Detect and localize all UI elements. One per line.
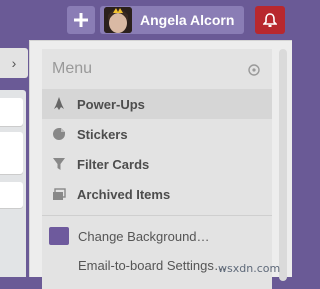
member-name: Angela Alcorn	[140, 12, 235, 28]
change-background-label: Change Background…	[78, 228, 210, 244]
divider	[42, 215, 272, 216]
list-column-edge	[0, 90, 26, 277]
menu-item-archived-items[interactable]: Archived Items	[42, 179, 272, 209]
menu-item-label: Archived Items	[77, 186, 171, 202]
menu-item-stickers[interactable]: Stickers	[42, 119, 272, 149]
menu-item-filter-cards[interactable]: Filter Cards	[42, 149, 272, 179]
board-header: Angela Alcorn	[0, 0, 292, 40]
member-menu-button[interactable]: Angela Alcorn	[100, 6, 244, 34]
sticker-icon	[51, 126, 67, 142]
menu-scrollbar[interactable]	[279, 49, 287, 281]
bell-icon	[263, 12, 277, 27]
rocket-icon	[51, 96, 67, 112]
card-edge[interactable]	[0, 98, 23, 126]
avatar	[104, 7, 132, 33]
menu-content: Menu Power-Ups Stickers Filter Cards Arc…	[42, 49, 272, 289]
watermark: wsxdn.com	[218, 262, 281, 275]
menu-item-label: Filter Cards	[77, 156, 150, 172]
add-button[interactable]	[67, 6, 95, 34]
card-edge[interactable]	[0, 182, 23, 208]
filter-icon	[51, 156, 67, 172]
menu-item-label: Stickers	[77, 126, 128, 142]
chevron-right-icon: ›	[11, 55, 17, 71]
menu-item-power-ups[interactable]: Power-Ups	[42, 89, 272, 119]
card-edge[interactable]	[0, 132, 23, 174]
menu-item-label: Power-Ups	[77, 96, 145, 112]
menu-title: Menu	[52, 60, 93, 77]
archive-icon	[51, 186, 67, 202]
board-menu-panel: Menu Power-Ups Stickers Filter Cards Arc…	[29, 40, 292, 289]
show-sidebar-tab[interactable]: ›	[0, 48, 28, 78]
email-to-board-label: Email-to-board Settings…	[78, 257, 227, 273]
background-color-swatch	[49, 227, 69, 245]
close-circle-icon[interactable]	[247, 63, 261, 77]
change-background-link[interactable]: Change Background…	[42, 223, 272, 249]
notifications-button[interactable]	[255, 6, 285, 34]
plus-icon	[74, 13, 88, 27]
